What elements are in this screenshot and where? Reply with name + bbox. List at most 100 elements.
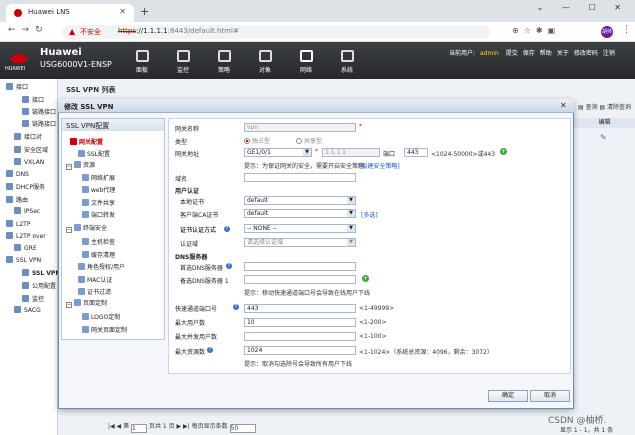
type-exclusive-radio[interactable]: 独占型 [244, 136, 270, 145]
dialog-titlebar[interactable] [58, 99, 574, 113]
max-resources-input[interactable]: 1024 [244, 346, 356, 355]
nav-gateway-page-custom[interactable]: 网关页面定制 [82, 325, 127, 334]
nav-network-extension[interactable]: 网络扩展 [82, 173, 115, 182]
dialog-close-icon[interactable]: ✕ [560, 101, 567, 110]
about-link[interactable]: 关于 [557, 50, 569, 57]
help-icon[interactable]: ? [224, 226, 230, 232]
interface-select[interactable]: GE1/0/1 ▼ [244, 148, 312, 157]
change-password-link[interactable]: 修改密码 [574, 50, 598, 57]
pager-first-icon[interactable]: |◀ ◀ [108, 423, 123, 430]
edit-icon[interactable]: ✎ [600, 133, 607, 142]
window-controls[interactable]: ⌄ — ☐ ✕ [537, 3, 629, 12]
collapse-icon[interactable]: − [66, 164, 72, 170]
nav-page-custom[interactable]: − 页面定制 [66, 298, 107, 308]
nav-resource[interactable]: − 资源 [66, 160, 95, 170]
fast-port-input[interactable]: 443 [244, 304, 356, 313]
host-check-icon [82, 238, 89, 245]
nav-gateway-config[interactable]: 网关配置 [70, 137, 103, 146]
dns2-input[interactable] [244, 275, 356, 284]
per-page-select[interactable]: 50 [229, 424, 256, 433]
profile-avatar[interactable]: 胡帅 [601, 26, 613, 38]
max-concurrent-input[interactable] [244, 332, 356, 341]
pager-next-icon[interactable]: ▶ ▶| [177, 423, 192, 430]
warning-icon: ▲ [69, 27, 76, 36]
route-icon [6, 196, 13, 203]
collapse-icon[interactable]: − [66, 227, 72, 233]
tree-item-interface-sub[interactable]: 接口 [22, 95, 44, 104]
nav-policy[interactable]: 策略 [207, 50, 241, 74]
local-cert-select[interactable]: default ▼ [244, 196, 356, 205]
domain-input[interactable] [244, 173, 356, 182]
port-input[interactable]: 443 [404, 148, 428, 157]
ok-button[interactable]: 确定 [488, 390, 528, 402]
tree-item-sslvpn[interactable]: SSL VPN [6, 256, 41, 264]
nav-monitor[interactable]: 监控 [166, 50, 200, 74]
nav-logo-custom[interactable]: LOGO定制 [82, 312, 120, 321]
help-icon[interactable]: ? [233, 304, 239, 310]
dns1-input[interactable] [244, 262, 356, 271]
help-icon[interactable]: ? [226, 263, 232, 269]
help-link[interactable]: 帮助 [540, 50, 552, 57]
max-users-input[interactable]: 10 [244, 318, 356, 327]
query-tools[interactable]: ▤ 查询 ▤ 清除查询 [578, 102, 631, 111]
tree-item-ipsec[interactable]: IPSec [14, 207, 40, 215]
nav-ssl-config[interactable]: SSL配置 [78, 149, 110, 158]
add-dns-icon[interactable]: + [362, 275, 369, 282]
tree-item-l2tp-over[interactable]: L2TP over [6, 232, 46, 240]
collapse-icon[interactable]: − [66, 302, 72, 308]
sslvpn-icon [22, 269, 29, 276]
nav-system[interactable]: 系统 [330, 50, 364, 74]
tree-item-dhcp[interactable]: DHCP服务 [6, 182, 45, 191]
tree-item-link-interface-1[interactable]: 链路接口 [22, 107, 56, 116]
tree-item-link-interface-2[interactable]: 链路接口 [22, 119, 56, 128]
url-field[interactable]: ▲ 不安全 https://1.1.1.1:8443/default.html# [62, 25, 490, 39]
extension-icons[interactable]: ⊕☆✱▣ [512, 26, 560, 35]
nav-web-proxy[interactable]: web代理 [82, 185, 115, 194]
tree-item-l2tp[interactable]: L2TP [6, 220, 30, 228]
tab-close-icon[interactable]: ✕ [119, 7, 126, 16]
auth-domain-select[interactable]: 请选择认证域 ▼ [244, 238, 356, 247]
help-icon[interactable]: ? [207, 347, 213, 353]
ca-cert-select[interactable]: default ▼ [244, 209, 356, 218]
gateway-name-input[interactable]: vpn [244, 123, 356, 132]
new-policy-link[interactable]: [新建安全策略] [359, 161, 400, 170]
network-icon [299, 50, 313, 62]
tree-item-route[interactable]: 路由 [6, 195, 28, 204]
page-input[interactable]: 1 [131, 424, 148, 433]
tree-item-security-zone[interactable]: 安全区域 [14, 145, 48, 154]
logo-text: HUAWEI [5, 66, 26, 72]
browser-menu-icon[interactable]: ⋮ [622, 25, 631, 35]
nav-buttons[interactable]: ←→↻ [8, 25, 49, 35]
tree-item-sslvpn-selected[interactable]: SSL VPN [22, 269, 60, 277]
tree-item-dns[interactable]: DNS [6, 170, 29, 178]
tree-item-sacg[interactable]: SACG [14, 306, 41, 314]
multi-select-link[interactable]: [多选] [361, 210, 378, 219]
browser-tab[interactable]: Huawei LNS ✕ [6, 4, 134, 22]
new-tab-button[interactable]: + [140, 5, 149, 18]
tree-item-interface-pair[interactable]: 接口对 [14, 132, 42, 141]
nav-port-forward[interactable]: 端口转发 [82, 210, 115, 219]
save-link[interactable]: 保存 [523, 50, 535, 57]
type-shared-radio[interactable]: 共享型 [296, 136, 322, 145]
nav-cert-filter[interactable]: 证书过滤 [78, 287, 111, 296]
nav-dashboard[interactable]: 面板 [125, 50, 159, 74]
tree-item-monitor[interactable]: 监控 [22, 294, 44, 303]
tree-item-public-config[interactable]: 公用配置 [22, 281, 56, 290]
nav-terminal-security[interactable]: − 终端安全 [66, 223, 107, 233]
logout-link[interactable]: 注销 [603, 50, 615, 57]
nav-network[interactable]: 网络 [289, 50, 323, 74]
cert-auth-select[interactable]: -- NONE -- ▼ [244, 224, 356, 233]
commit-link[interactable]: 提交 [506, 50, 518, 57]
tree-item-gre[interactable]: GRE [14, 244, 37, 252]
nav-object[interactable]: 对象 [248, 50, 282, 74]
nav-file-share[interactable]: 文件共享 [82, 198, 115, 207]
gateway-ip-input[interactable]: 1.1.1.1 [322, 148, 380, 157]
cancel-button[interactable]: 取消 [530, 390, 570, 402]
nav-cache-clean[interactable]: 缓存清理 [82, 250, 115, 259]
tree-item-vxlan[interactable]: VXLAN [14, 158, 44, 166]
nav-host-check[interactable]: 主机检查 [82, 237, 115, 246]
add-icon[interactable]: + [500, 148, 507, 155]
tree-item-interface[interactable]: 接口 [6, 82, 28, 91]
nav-mac-auth[interactable]: MAC认证 [78, 275, 112, 284]
nav-role-auth[interactable]: 角色授权/用户 [78, 262, 125, 271]
